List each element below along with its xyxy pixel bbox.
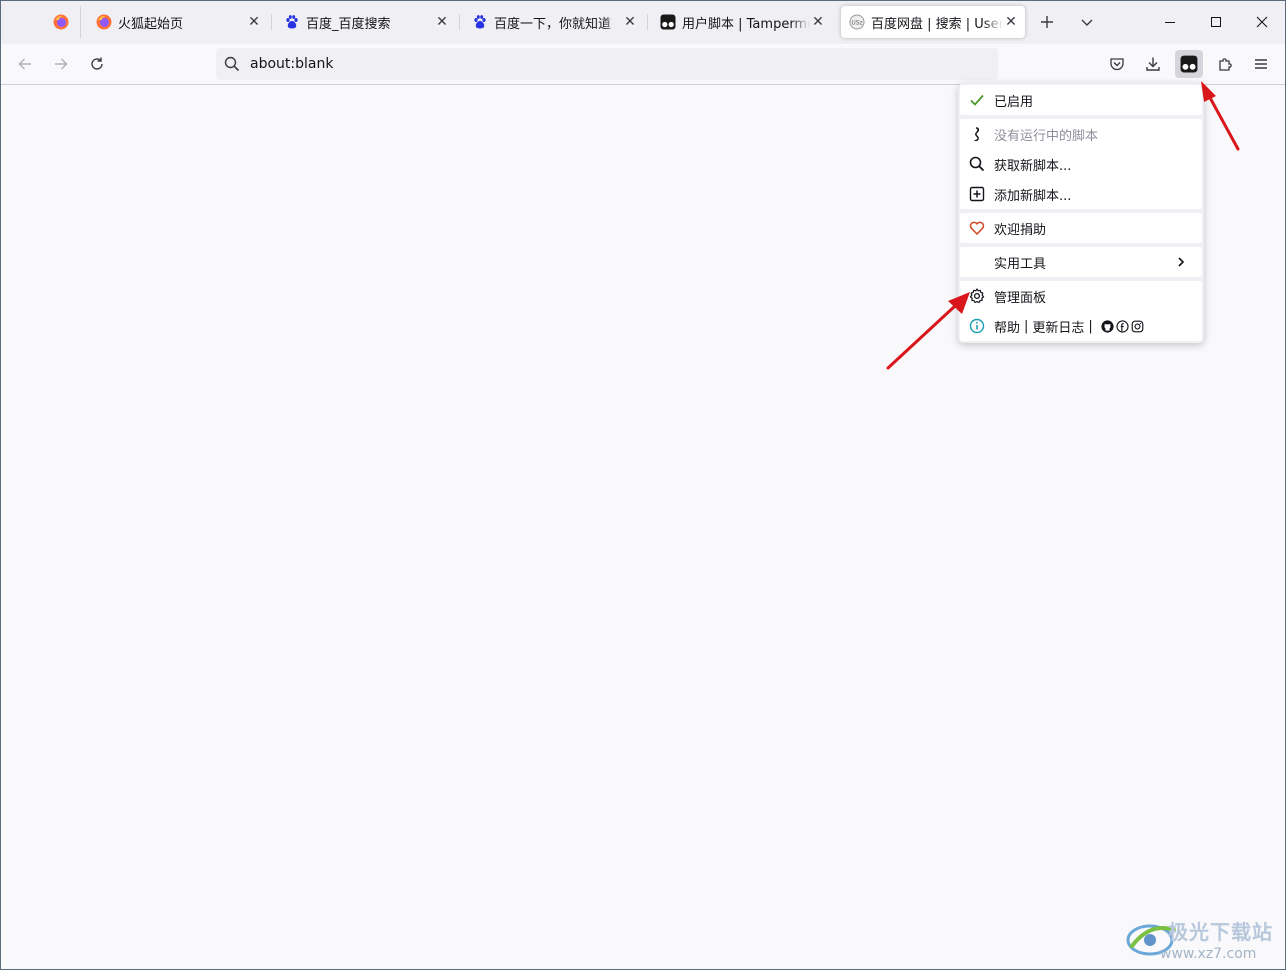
tab-title: 百度网盘 | 搜索 | Userscripts [871, 16, 1003, 32]
pinned-tab-firefox[interactable] [42, 6, 81, 38]
tab-title: 百度一下，你就知道 [494, 16, 612, 32]
menu-group-utilities: 实用工具 [960, 247, 1202, 277]
menu-item-donate[interactable]: 欢迎捐助 [960, 213, 1202, 243]
pocket-button[interactable] [1103, 50, 1131, 78]
menu-item-no-scripts: 没有运行中的脚本 [960, 119, 1202, 149]
tampermonkey-extension-button[interactable] [1175, 50, 1203, 78]
tab-firefox-home[interactable]: 火狐起始页 ✕ [88, 6, 272, 38]
userscript-icon: USz [849, 14, 865, 30]
menu-item-add-new-script[interactable]: 添加新脚本... [960, 179, 1202, 209]
tab-baidu-pan-userscripts[interactable]: USz 百度网盘 | 搜索 | Userscripts ✕ [841, 6, 1025, 38]
help-link[interactable]: 帮助 [994, 317, 1020, 336]
instagram-icon[interactable] [1131, 320, 1144, 333]
separator: | [1088, 318, 1093, 334]
close-icon[interactable]: ✕ [246, 14, 262, 30]
tab-strip: 火狐起始页 ✕ 百度_百度搜索 ✕ 百度一下，你就知道 ✕ 用户脚本 | Tam… [0, 0, 1286, 44]
script-icon [968, 125, 986, 143]
tab-tampermonkey-userscripts[interactable]: 用户脚本 | Tampermonkey ✕ [652, 6, 832, 38]
firefox-icon [96, 14, 112, 30]
app-menu-button[interactable] [1247, 50, 1275, 78]
url-text[interactable]: about:blank [250, 56, 333, 72]
download-icon [1146, 57, 1160, 71]
menu-group-dashboard: 管理面板 帮助 | 更新日志 | [960, 281, 1202, 341]
maximize-icon [1211, 17, 1221, 27]
pocket-icon [1110, 58, 1124, 71]
navigation-toolbar: about:blank [0, 44, 1286, 85]
firefox-icon [53, 14, 69, 30]
menu-item-label: 已启用 [994, 94, 1034, 110]
heart-icon [968, 219, 986, 237]
back-button[interactable] [11, 50, 39, 78]
tab-title: 用户脚本 | Tampermonkey [682, 16, 810, 32]
arrow-left-icon [18, 58, 31, 70]
watermark-text: 极光下载站 [1168, 920, 1273, 944]
github-icon[interactable] [1101, 319, 1114, 333]
menu-group-scripts: 没有运行中的脚本 获取新脚本... 添加新脚本... [960, 119, 1202, 209]
tab-title: 百度_百度搜索 [306, 16, 391, 32]
menu-item-label: 添加新脚本... [994, 188, 1072, 204]
tab-baidu-home[interactable]: 百度一下，你就知道 ✕ [464, 6, 648, 38]
changelog-link[interactable]: 更新日志 [1032, 317, 1084, 336]
menu-item-enabled[interactable]: 已启用 [960, 85, 1202, 115]
menu-item-help: 帮助 | 更新日志 | [960, 311, 1202, 341]
url-bar[interactable]: about:blank [216, 48, 998, 80]
info-icon [968, 317, 986, 335]
downloads-button[interactable] [1139, 50, 1167, 78]
menu-group-status: 已启用 [960, 85, 1202, 115]
minimize-button[interactable] [1150, 8, 1190, 36]
menu-item-utilities[interactable]: 实用工具 [960, 247, 1202, 277]
maximize-button[interactable] [1196, 8, 1236, 36]
menu-item-label: 欢迎捐助 [994, 222, 1047, 238]
baidu-paw-icon [284, 14, 300, 30]
separator: | [1024, 318, 1029, 334]
close-icon[interactable]: ✕ [434, 14, 450, 30]
menu-item-label: 没有运行中的脚本 [994, 128, 1099, 144]
menu-item-dashboard[interactable]: 管理面板 [960, 281, 1202, 311]
puzzle-piece-icon [1219, 58, 1232, 71]
svg-text:USz: USz [851, 20, 862, 27]
gear-icon [968, 287, 986, 305]
tampermonkey-popup-menu: 已启用 没有运行中的脚本 获取新脚本... 添加新脚本... 欢迎捐助 实用工具… [958, 83, 1204, 343]
reload-icon [91, 57, 103, 70]
menu-item-get-new-scripts[interactable]: 获取新脚本... [960, 149, 1202, 179]
reload-button[interactable] [83, 50, 111, 78]
close-icon [1256, 16, 1268, 28]
close-window-button[interactable] [1242, 8, 1282, 36]
tampermonkey-icon [1180, 55, 1198, 73]
close-icon[interactable]: ✕ [1003, 14, 1019, 30]
tampermonkey-icon [660, 14, 676, 30]
chevron-down-icon [1081, 19, 1093, 26]
tab-title: 火狐起始页 [118, 16, 184, 32]
chevron-right-icon [1174, 254, 1188, 270]
hamburger-menu-icon [1255, 59, 1267, 69]
watermark-url: www.xz7.com [1160, 946, 1257, 962]
menu-item-label: 实用工具 [994, 256, 1047, 272]
plus-icon [1041, 16, 1053, 28]
baidu-paw-icon [472, 14, 488, 30]
forward-button[interactable] [47, 50, 75, 78]
menu-group-donate: 欢迎捐助 [960, 213, 1202, 243]
extensions-button[interactable] [1211, 50, 1239, 78]
close-icon[interactable]: ✕ [810, 14, 826, 30]
tab-baidu-search[interactable]: 百度_百度搜索 ✕ [276, 6, 460, 38]
menu-item-label: 管理面板 [994, 290, 1047, 306]
menu-item-label: 获取新脚本... [994, 158, 1072, 174]
arrow-right-icon [55, 58, 68, 70]
new-tab-button[interactable] [1035, 10, 1059, 34]
watermark: 极光下载站 www.xz7.com [1124, 912, 1284, 968]
checkmark-icon [968, 91, 986, 109]
list-all-tabs-button[interactable] [1075, 10, 1099, 34]
search-icon [968, 155, 986, 173]
facebook-icon[interactable] [1116, 319, 1129, 333]
plus-square-icon [968, 185, 986, 203]
minimize-icon [1165, 22, 1175, 23]
close-icon[interactable]: ✕ [622, 14, 638, 30]
search-icon [224, 56, 240, 72]
